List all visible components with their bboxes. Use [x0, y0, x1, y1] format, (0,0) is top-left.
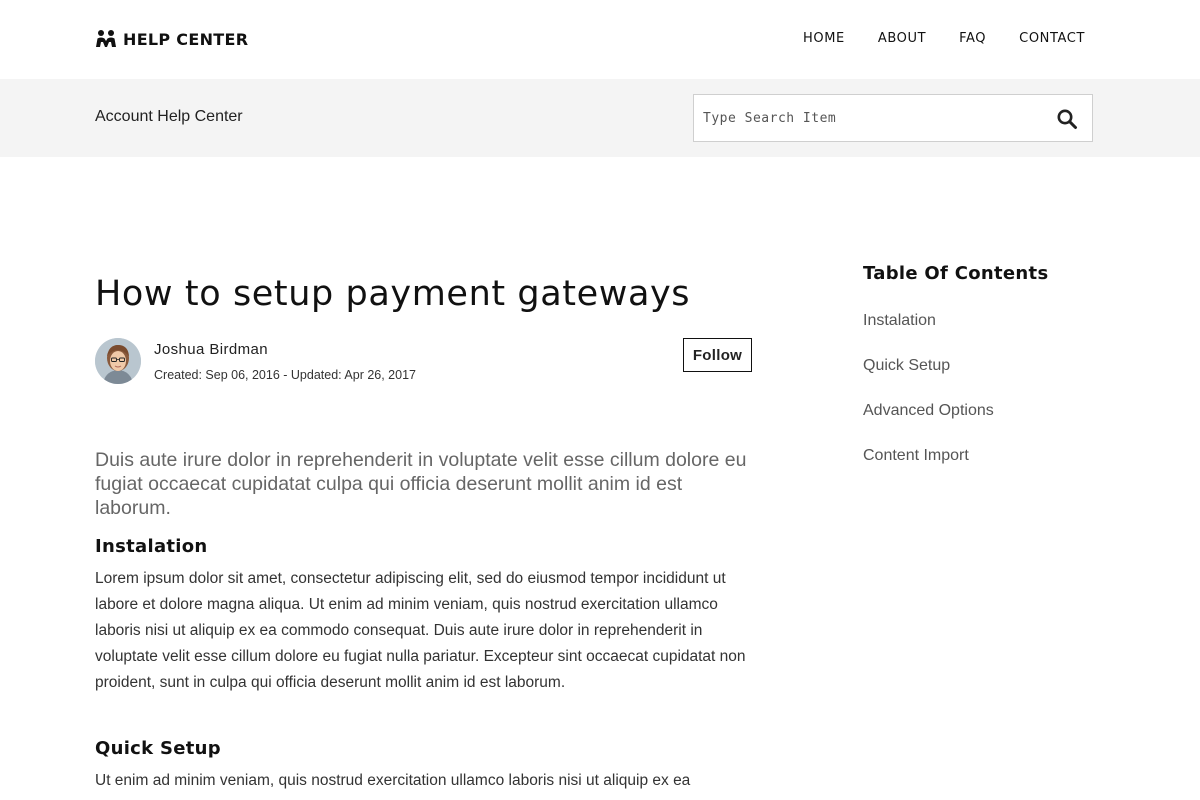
page-title: How to setup payment gateways — [95, 274, 691, 314]
follow-button[interactable]: Follow — [683, 338, 752, 372]
sub-header: Account Help Center — [0, 79, 1200, 157]
author-name[interactable]: Joshua Birdman — [154, 341, 268, 358]
section-heading-quick-setup: Quick Setup — [95, 738, 221, 759]
article-dates: Created: Sep 06, 2016 - Updated: Apr 26,… — [154, 368, 416, 382]
search-icon[interactable] — [1056, 108, 1078, 130]
article: How to setup payment gateways Joshua Bir… — [95, 270, 755, 789]
toc-item: Quick Setup — [863, 357, 1103, 402]
toc-item: Content Import — [863, 447, 1103, 492]
brand-logo[interactable]: HELP CENTER — [95, 29, 248, 49]
toc-title: Table Of Contents — [863, 263, 1049, 284]
nav-about[interactable]: ABOUT — [878, 31, 926, 46]
section-heading-instalation: Instalation — [95, 536, 208, 557]
nav-faq[interactable]: FAQ — [959, 31, 986, 46]
brand-name: HELP CENTER — [123, 29, 249, 49]
top-header: HELP CENTER HOME ABOUT FAQ CONTACT — [0, 0, 1200, 79]
section-body-instalation: Lorem ipsum dolor sit amet, consectetur … — [95, 570, 746, 691]
search-box — [693, 94, 1093, 142]
author-photo — [95, 338, 141, 384]
toc-item: Instalation — [863, 312, 1103, 357]
nav-home[interactable]: HOME — [803, 31, 845, 46]
toc-item: Advanced Options — [863, 402, 1103, 447]
section-body-quick-setup: Ut enim ad minim veniam, quis nostrud ex… — [95, 772, 691, 789]
toc-link-quick-setup[interactable]: Quick Setup — [863, 357, 950, 374]
toc-link-content-import[interactable]: Content Import — [863, 447, 969, 464]
section-title: Account Help Center — [95, 108, 243, 125]
toc-link-instalation[interactable]: Instalation — [863, 312, 936, 329]
nav-contact[interactable]: CONTACT — [1019, 31, 1085, 46]
table-of-contents: Table Of Contents Instalation Quick Setu… — [863, 263, 1103, 492]
author-info: Joshua Birdman Created: Sep 06, 2016 - U… — [95, 338, 752, 388]
people-group-icon — [96, 30, 116, 47]
article-intro: Duis aute irure dolor in reprehenderit i… — [95, 449, 747, 519]
search-input[interactable] — [694, 95, 1044, 141]
avatar[interactable] — [95, 338, 141, 384]
main-nav: HOME ABOUT FAQ CONTACT — [803, 31, 1085, 46]
toc-list: Instalation Quick Setup Advanced Options… — [863, 312, 1103, 492]
toc-link-advanced-options[interactable]: Advanced Options — [863, 402, 994, 419]
